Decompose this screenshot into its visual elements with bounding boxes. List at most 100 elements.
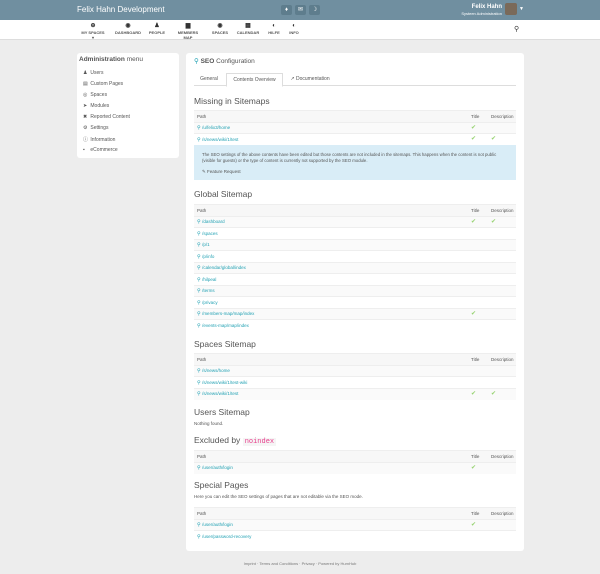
nav-dashboard[interactable]: ◉ DASHBOARD <box>114 22 142 35</box>
nav-label: MY SPACES ▾ <box>81 30 105 40</box>
page-path: /u/felix3/home <box>202 125 231 130</box>
page-link[interactable]: ⚲ /p/info <box>197 254 214 260</box>
info-icon: ⓘ <box>83 137 89 143</box>
user-name[interactable]: Felix Hahn <box>472 4 502 10</box>
col-description-header: Description <box>491 356 514 362</box>
sidebar-item-reported-content[interactable]: ✖ Reported Content <box>83 114 130 120</box>
search-icon[interactable]: ⚲ <box>514 25 519 33</box>
moon-icon[interactable]: ☽ <box>309 5 320 15</box>
tab-documentation[interactable]: ↗ Documentation <box>284 73 336 85</box>
check-icon: ✔ <box>471 136 477 142</box>
nav-icon: ◉ <box>217 23 223 29</box>
page-link[interactable]: ⚲ /s/news/wiki/1/test <box>197 137 238 143</box>
page-link[interactable]: ⚲ /events-map/map/index <box>197 323 249 329</box>
excluded-heading: Excluded by noindex <box>194 435 277 446</box>
page-link[interactable]: ⚲ /s/news/home <box>197 368 230 374</box>
page-link[interactable]: ⚲ /user/auth/login <box>197 465 233 471</box>
page-path: /events-map/map/index <box>202 322 249 328</box>
page-path: /p/info <box>202 253 215 259</box>
col-title-header: Title <box>471 453 480 459</box>
page-link[interactable]: ⚲ /calendar/global/index <box>197 265 246 271</box>
nav-icon: ♟ <box>154 23 160 29</box>
col-description-header: Description <box>491 453 514 459</box>
nav-people[interactable]: ♟ PEOPLE <box>147 22 167 35</box>
page-path: /terms <box>202 288 215 293</box>
page-link[interactable]: ⚲ /members-map/map/index <box>197 311 254 317</box>
col-description-header: Description <box>491 510 514 516</box>
page-path: /hilpeal <box>202 276 217 282</box>
chevron-down-icon[interactable]: ▼ <box>519 6 524 12</box>
footer: Imprint · Terms and Conditions · Privacy… <box>243 561 357 566</box>
user-icon: ♟ <box>83 70 88 76</box>
check-icon: ✔ <box>471 521 477 528</box>
circle-icon: ◎ <box>83 92 88 98</box>
sidebar-item-users[interactable]: ♟ Users <box>83 70 103 76</box>
nav-members-map[interactable]: ▆ MEMBERS MAP <box>173 22 203 40</box>
page-path: /s/news/home <box>202 368 230 373</box>
check-icon: ✔ <box>471 390 477 397</box>
info-note: The SEO settings of the above contents h… <box>194 145 516 180</box>
envelope-icon[interactable]: ✉ <box>295 5 306 15</box>
nav-icon: ▆ <box>185 23 191 29</box>
external-link-icon: ↗ <box>290 76 295 82</box>
page-link[interactable]: ⚲ /privacy <box>197 300 218 306</box>
page-path: /privacy <box>202 299 218 305</box>
page-link[interactable]: ⚲ /user/password-recovery <box>197 534 251 540</box>
nav-label: INFO <box>289 30 299 35</box>
sidebar-item-modules[interactable]: ➤ Modules <box>83 103 109 109</box>
col-title-header: Title <box>471 113 480 119</box>
col-path-header: Path <box>197 207 207 213</box>
bell-icon[interactable]: ♦ <box>281 5 292 15</box>
user-role: Systeen Administration <box>461 11 502 16</box>
sidebar-item-ecommerce[interactable]: ▪ eCommerce <box>83 147 118 153</box>
page-path: /s/news/wiki/1/test-wiki <box>202 379 248 385</box>
nav-my-spaces[interactable]: ⊕ MY SPACES ▾ <box>80 22 106 40</box>
nav-label: CALENDAR <box>236 30 260 35</box>
page-path: /spaces <box>202 230 218 236</box>
rocket-icon: ➤ <box>83 103 88 109</box>
nav-icon: ◐ <box>272 23 276 29</box>
check-icon: ✔ <box>471 218 477 225</box>
page-link[interactable]: ⚲ /dashboard <box>197 219 225 225</box>
page-link[interactable]: ⚲ /hilpeal <box>197 277 216 283</box>
page-link[interactable]: ⚲ /p/1 <box>197 242 210 248</box>
nav-hilfe[interactable]: ◐ HILFE <box>266 22 282 35</box>
file-icon: ▤ <box>83 81 88 87</box>
page-link[interactable]: ⚲ /spaces <box>197 231 218 237</box>
col-title-header: Title <box>471 510 480 516</box>
nav-info[interactable]: ◐ INFO <box>287 22 301 35</box>
sidebar-item-settings[interactable]: ⚙ Settings <box>83 125 108 131</box>
users-heading: Users Sitemap <box>194 407 250 417</box>
sidebar-item-custom-pages[interactable]: ▤ Custom Pages <box>83 81 123 87</box>
col-description-header: Description <box>491 207 514 213</box>
page-link[interactable]: ⚲ /s/news/wiki/1/test <box>197 391 238 397</box>
exclamation-icon: ✖ <box>83 114 88 120</box>
tab-contents-overview[interactable]: Contents Overview <box>226 73 283 87</box>
tab-general[interactable]: General <box>194 73 224 85</box>
admin-sidebar: Administration menu ♟ Users ▤ Custom Pag… <box>77 53 179 158</box>
table-row: ⚲ /user/auth/login ✔ <box>194 461 516 474</box>
check-icon: ✔ <box>471 464 477 471</box>
table-row: ⚲ /s/news/wiki/1/test ✔ ✔ <box>194 133 516 146</box>
page-path: /p/1 <box>202 242 210 247</box>
col-description-header: Description <box>491 113 514 119</box>
nav-calendar[interactable]: ▦ CALENDAR <box>236 22 260 35</box>
brand-title[interactable]: Felix Hahn Development <box>77 5 165 14</box>
sidebar-item-information[interactable]: ⓘ Information <box>83 136 115 143</box>
nav-icon: ◐ <box>292 23 296 29</box>
avatar[interactable] <box>505 3 517 15</box>
col-path-header: Path <box>197 510 207 516</box>
col-path-header: Path <box>197 356 207 362</box>
shop-icon: ▪ <box>83 147 85 153</box>
edit-icon: ✎ <box>202 169 206 174</box>
page-link[interactable]: ⚲ /u/felix3/home <box>197 125 230 131</box>
table-row: ⚲ /user/password-recovery <box>194 530 516 543</box>
feature-request-link[interactable]: ✎ Feature Request <box>202 169 241 175</box>
page-link[interactable]: ⚲ /s/news/wiki/1/test-wiki <box>197 380 247 386</box>
page-link[interactable]: ⚲ /user/auth/login <box>197 522 233 528</box>
sidebar-item-spaces[interactable]: ◎ Spaces <box>83 92 107 98</box>
table-row: ⚲ /events-map/map/index <box>194 319 516 332</box>
page-link[interactable]: ⚲ /terms <box>197 288 215 294</box>
nav-spaces[interactable]: ◉ SPACES <box>210 22 230 35</box>
panel-title: ⚲ SEO Configuration <box>194 58 255 65</box>
